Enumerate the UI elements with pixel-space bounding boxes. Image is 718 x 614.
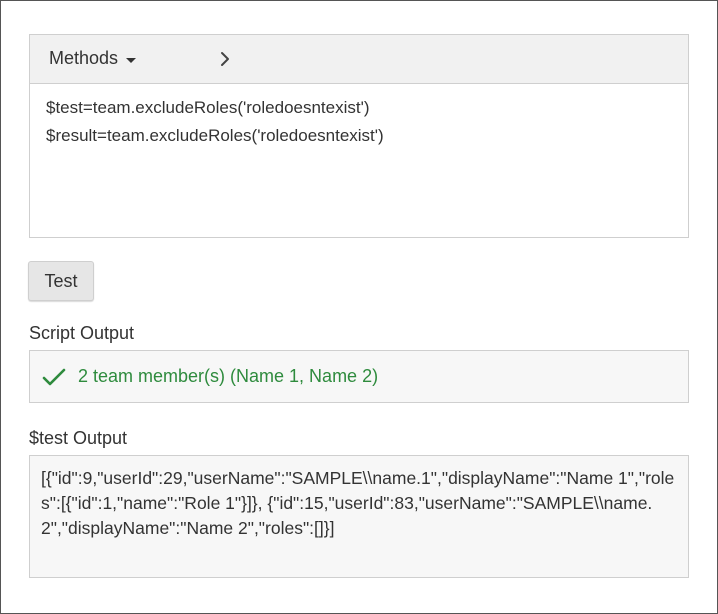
- test-output-box: [{"id":9,"userId":29,"userName":"SAMPLE\…: [29, 455, 689, 578]
- script-output-message: 2 team member(s) (Name 1, Name 2): [78, 366, 379, 386]
- checkmark-icon: [41, 367, 67, 387]
- test-output-label: $test Output: [29, 428, 128, 448]
- code-line: $test=team.excludeRoles('roledoesntexist…: [46, 98, 370, 117]
- caret-down-icon: [126, 57, 137, 63]
- script-editor: Methods $test=team.excludeRoles('roledoe…: [29, 34, 689, 238]
- script-output-label: Script Output: [29, 323, 135, 343]
- code-line: $result=team.excludeRoles('roledoesntexi…: [46, 126, 384, 145]
- editor-toolbar: Methods: [30, 35, 688, 84]
- chevron-right-icon[interactable]: [216, 46, 236, 72]
- test-button[interactable]: Test: [28, 261, 94, 301]
- methods-label: Methods: [49, 48, 119, 68]
- script-output-box: 2 team member(s) (Name 1, Name 2): [29, 350, 689, 403]
- code-editor[interactable]: $test=team.excludeRoles('roledoesntexist…: [30, 84, 688, 160]
- methods-dropdown[interactable]: Methods: [49, 48, 137, 69]
